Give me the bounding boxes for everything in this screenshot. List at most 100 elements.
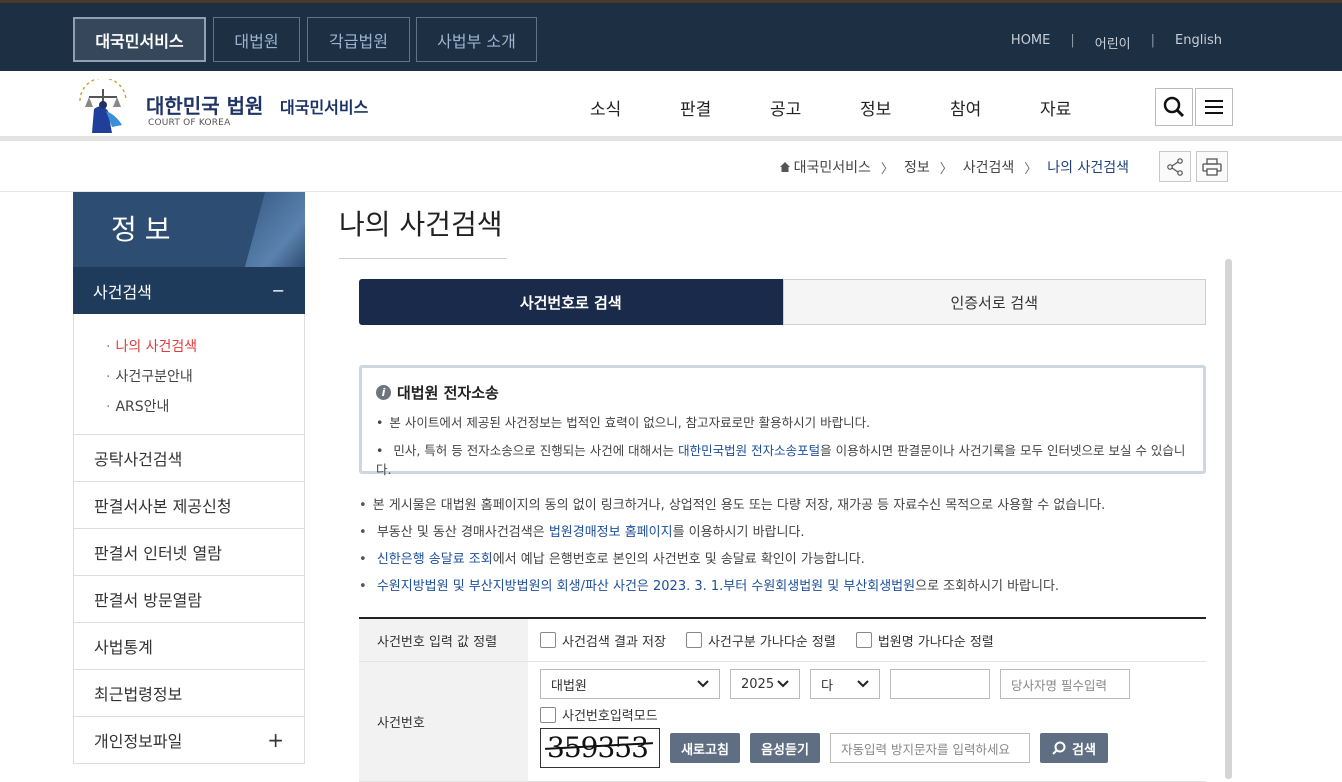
case-number-fields: 대법원 2025 다 당사자명 필수입력 사건번호입력모드 359353 새로고… <box>528 662 1206 781</box>
auction-site-link[interactable]: 법원경매정보 홈페이지 <box>549 525 673 540</box>
checkbox[interactable] <box>540 706 556 723</box>
notice-title-text: 대법원 전자소송 <box>397 384 499 402</box>
refresh-captcha-button[interactable]: 새로고침 <box>670 733 740 763</box>
main-nav: 소식 판결 공고 정보 참여 자료 <box>590 95 1130 120</box>
court-name-sort-checkbox[interactable]: 법원명 가나다순 정렬 <box>855 631 994 650</box>
toptab-public-service[interactable]: 대국민서비스 <box>73 17 206 62</box>
captcha-image: 359353 <box>540 728 660 768</box>
search-button[interactable] <box>1155 88 1193 126</box>
search-tabs: 사건번호로 검색 인증서로 검색 <box>359 279 1206 325</box>
sort-label: 사건번호 입력 값 정렬 <box>359 619 528 661</box>
checkbox[interactable] <box>540 632 556 648</box>
sidebar-item-statistics[interactable]: 사법통계 <box>73 623 305 670</box>
nav-notice[interactable]: 공고 <box>770 95 860 120</box>
sidebar-item-recent-laws[interactable]: 최근법령정보 <box>73 670 305 717</box>
sidebar: 정보 사건검색 − 나의 사건검색 사건구분안내 ARS안내 공탁사건검색 판결… <box>73 192 305 764</box>
sidebar-title: 정보 <box>111 213 179 246</box>
toptab-judiciary-intro[interactable]: 사법부 소개 <box>416 17 537 62</box>
english-link[interactable]: English <box>1175 33 1222 52</box>
service-name[interactable]: 대국민서비스 <box>280 94 368 118</box>
case-type-sort-checkbox[interactable]: 사건구분 가나다순 정렬 <box>685 631 836 650</box>
captcha-row: 359353 새로고침 음성듣기 자동입력 방지문자를 입력하세요 검색 <box>540 728 1194 768</box>
home-link[interactable]: HOME <box>1011 33 1050 52</box>
save-results-checkbox[interactable]: 사건검색 결과 저장 <box>540 631 666 650</box>
nav-participate[interactable]: 참여 <box>950 95 1040 120</box>
scrollbar[interactable] <box>1225 259 1232 779</box>
sidebar-item-judgment-online[interactable]: 판결서 인터넷 열람 <box>73 529 305 576</box>
chevron-right-icon: 〉 <box>939 161 953 177</box>
input-mode-checkbox[interactable]: 사건번호입력모드 <box>540 705 1174 724</box>
submenu-case-type-guide[interactable]: 사건구분안내 <box>106 362 304 392</box>
sort-row: 사건번호 입력 값 정렬 사건검색 결과 저장 사건구분 가나다순 정렬 법원명… <box>359 619 1206 662</box>
sidebar-item-label: 판결서 방문열람 <box>94 591 203 610</box>
sidebar-item-case-search[interactable]: 사건검색 − <box>73 267 305 314</box>
nav-judgment[interactable]: 판결 <box>680 95 770 120</box>
hamburger-icon <box>1205 100 1223 114</box>
party-name-input[interactable]: 당사자명 필수입력 <box>1000 669 1130 699</box>
shinhan-fee-link[interactable]: 신한은행 송달료 조회 <box>377 552 493 567</box>
menu-button[interactable] <box>1195 88 1233 126</box>
share-button[interactable] <box>1159 151 1191 182</box>
case-number-label: 사건번호 <box>359 662 528 781</box>
case-type-select[interactable]: 다 <box>810 669 880 699</box>
sidebar-item-label: 사건검색 <box>93 282 152 302</box>
sidebar-item-personal-info-file[interactable]: 개인정보파일 + <box>73 717 305 764</box>
submenu-my-case-search[interactable]: 나의 사건검색 <box>106 332 304 362</box>
toptab-supreme-court[interactable]: 대법원 <box>213 17 300 62</box>
home-icon <box>779 162 790 172</box>
kids-link[interactable]: 어린이 <box>1095 33 1131 52</box>
sidebar-item-label: 최근법령정보 <box>94 685 183 704</box>
breadcrumb-item[interactable]: 정보 <box>904 157 930 177</box>
checkbox[interactable] <box>685 632 702 648</box>
share-icon <box>1167 157 1183 176</box>
print-button[interactable] <box>1196 151 1228 182</box>
toptab-courts[interactable]: 각급법원 <box>307 17 410 62</box>
checkbox[interactable] <box>855 632 872 648</box>
search-icon <box>1052 741 1066 755</box>
submenu-ars-guide[interactable]: ARS안내 <box>106 392 304 422</box>
court-logo-icon[interactable] <box>72 79 134 135</box>
divider: | <box>1070 33 1075 48</box>
tab-certificate-search[interactable]: 인증서로 검색 <box>782 279 1206 325</box>
title-underline <box>339 258 507 259</box>
ecourt-portal-link[interactable]: 대한민국법원 전자소송포털 <box>678 443 820 458</box>
sidebar-item-deposit-search[interactable]: 공탁사건검색 <box>73 435 305 482</box>
search-submit-label: 검색 <box>1072 742 1096 758</box>
search-icon <box>1163 96 1185 118</box>
nav-news[interactable]: 소식 <box>590 95 680 120</box>
breadcrumb-item[interactable]: 사건검색 <box>963 157 1015 177</box>
notice-line: 본 사이트에서 제공된 사건정보는 법적인 효력이 없으니, 참고자료로만 활용… <box>376 412 1189 431</box>
captcha-input[interactable]: 자동입력 방지문자를 입력하세요 <box>830 733 1030 763</box>
year-select[interactable]: 2025 <box>730 669 800 699</box>
sidebar-item-judgment-copy[interactable]: 판결서사본 제공신청 <box>73 482 305 529</box>
notice-text: 민사, 특허 등 전자소송으로 진행되는 사건에 대해서는 <box>393 443 679 458</box>
notice-box: i 대법원 전자소송 본 사이트에서 제공된 사건정보는 법적인 효력이 없으니… <box>359 365 1206 477</box>
guidance-list: 본 게시물은 대법원 홈페이지의 동의 없이 링크하거나, 상업적인 용도 또는… <box>359 495 1219 603</box>
tab-case-number-search[interactable]: 사건번호로 검색 <box>359 279 783 325</box>
sidebar-item-label: 개인정보파일 <box>94 732 183 751</box>
notice-line: 민사, 특허 등 전자소송으로 진행되는 사건에 대해서는 대한민국법원 전자소… <box>376 440 1189 478</box>
nav-info[interactable]: 정보 <box>860 95 950 120</box>
sidebar-item-label: 사법통계 <box>94 638 153 657</box>
sidebar-item-label: 공탁사건검색 <box>94 450 183 469</box>
court-select[interactable]: 대법원 <box>540 669 720 699</box>
audio-captcha-button[interactable]: 음성듣기 <box>750 733 820 763</box>
case-number-input[interactable] <box>890 669 990 699</box>
sidebar-item-label: 판결서 인터넷 열람 <box>94 544 222 563</box>
nav-materials[interactable]: 자료 <box>1040 95 1130 120</box>
chevron-right-icon: 〉 <box>880 161 894 177</box>
list-item: 본 게시물은 대법원 홈페이지의 동의 없이 링크하거나, 상업적인 용도 또는… <box>359 495 1219 522</box>
sidebar-item-judgment-visit[interactable]: 판결서 방문열람 <box>73 576 305 623</box>
rehabilitation-court-link[interactable]: 수원지방법원 및 부산지방법원의 회생/파산 사건은 2023. 3. 1.부터… <box>377 579 915 594</box>
breadcrumb: 대국민서비스 〉 정보 〉 사건검색 〉 나의 사건검색 <box>779 157 1129 177</box>
checkbox-label: 사건구분 가나다순 정렬 <box>707 634 836 650</box>
chevron-down-icon <box>777 680 789 688</box>
notice-title: i 대법원 전자소송 <box>376 382 1189 403</box>
logo-title[interactable]: 대한민국 법원 <box>146 90 263 119</box>
search-submit-button[interactable]: 검색 <box>1040 733 1108 763</box>
chevron-down-icon <box>697 680 709 688</box>
court-select-value: 대법원 <box>551 678 587 694</box>
breadcrumb-current: 나의 사건검색 <box>1047 160 1129 176</box>
breadcrumb-item[interactable]: 대국민서비스 <box>794 157 871 177</box>
list-text: 를 이용하시기 바랍니다. <box>672 525 805 540</box>
